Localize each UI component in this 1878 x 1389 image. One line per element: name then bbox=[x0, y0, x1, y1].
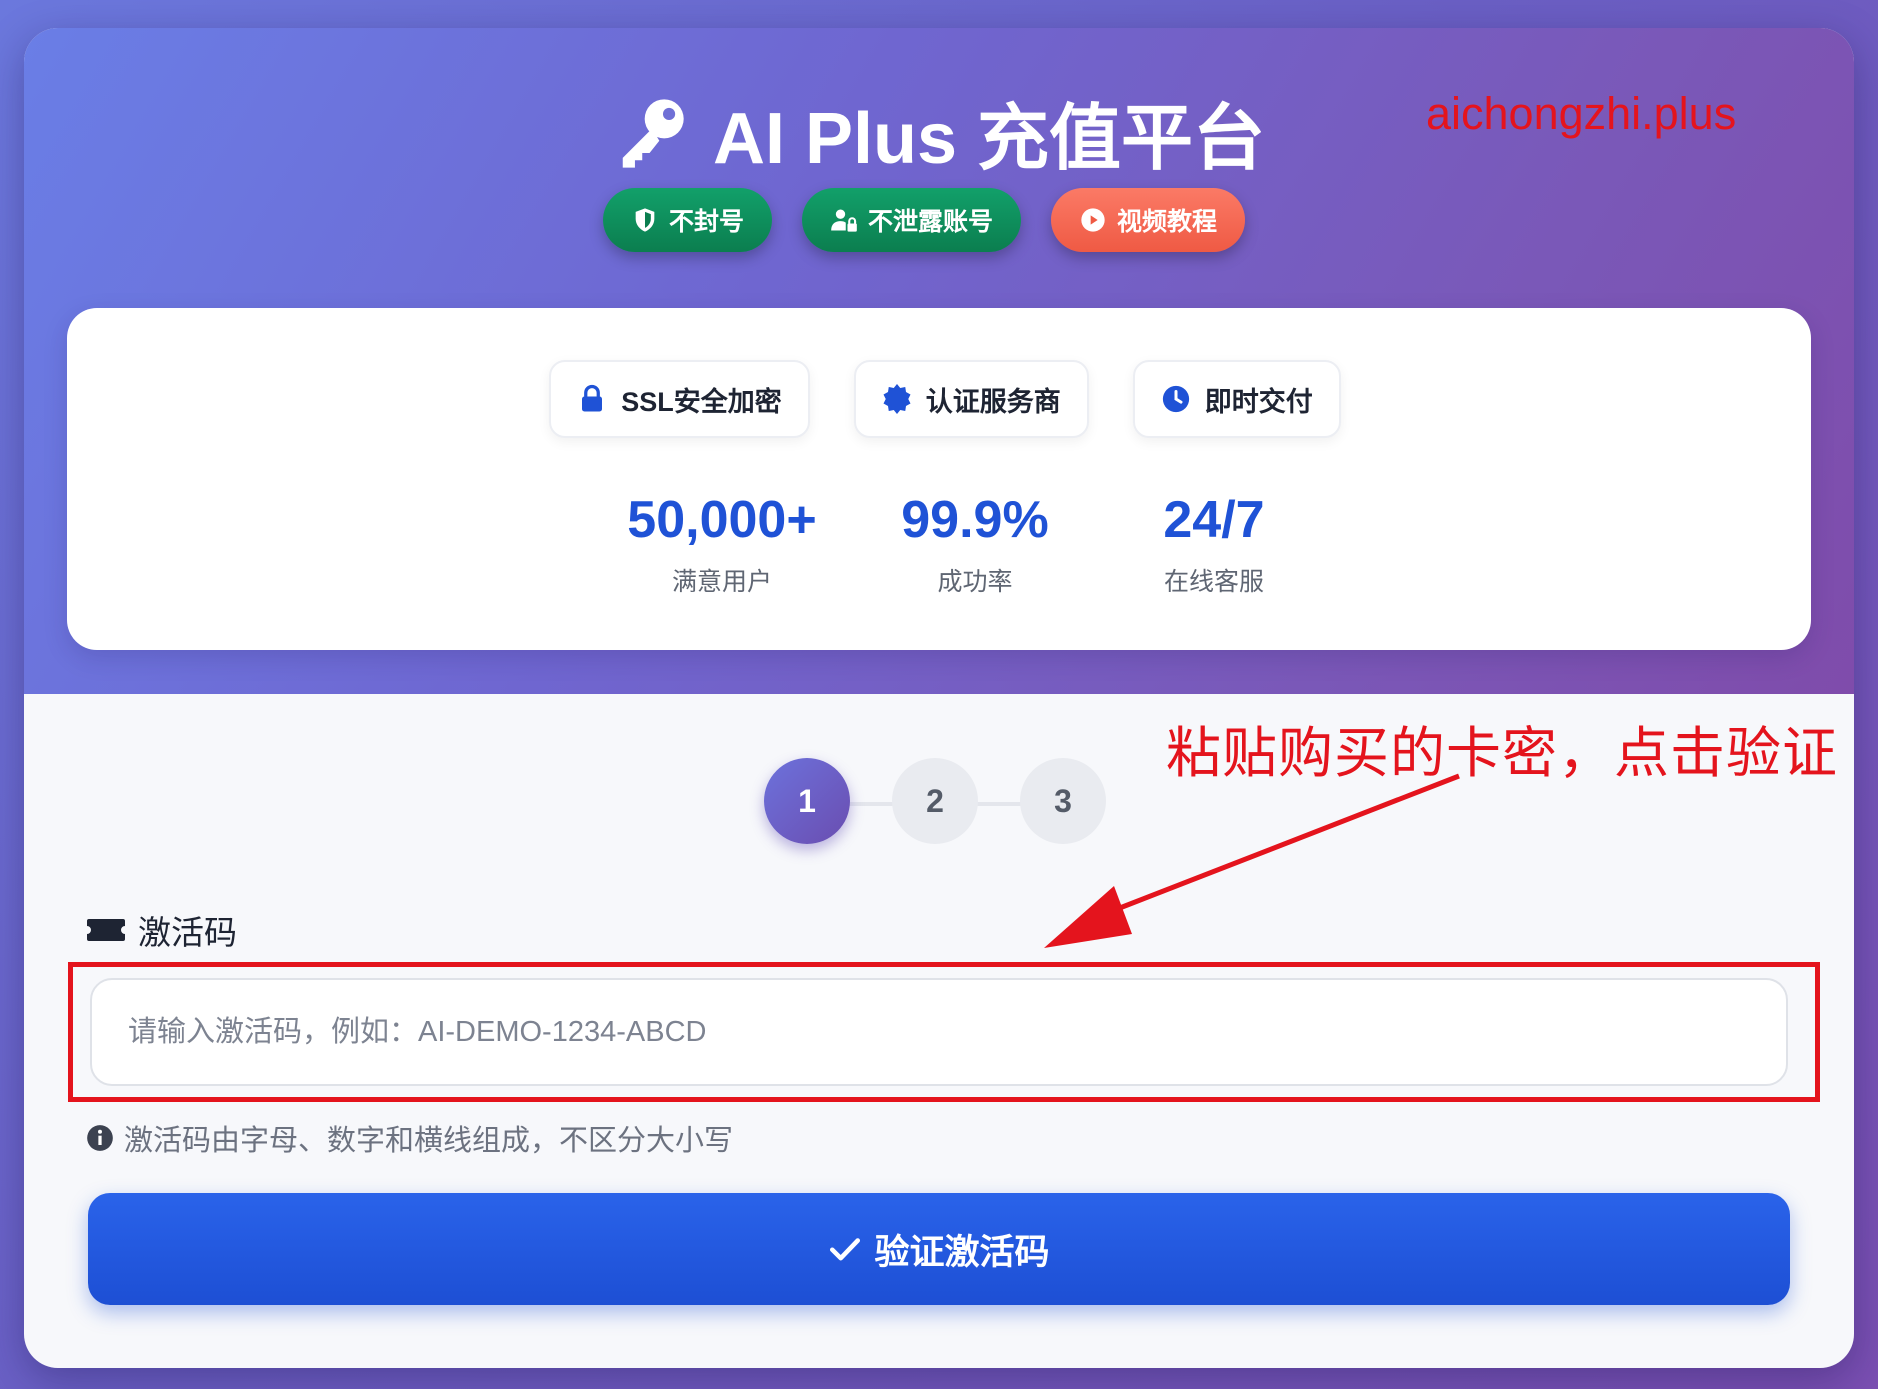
stat-success-rate: 99.9% 成功率 bbox=[845, 488, 1105, 598]
feature-ssl: SSL安全加密 bbox=[549, 360, 810, 438]
shield-icon bbox=[635, 208, 655, 232]
stat-label: 成功率 bbox=[937, 568, 1013, 596]
user-lock-icon bbox=[831, 209, 857, 232]
input-hint: 激活码由字母、数字和横线组成，不区分大小写 bbox=[86, 1118, 733, 1158]
badge-label: 不封号 bbox=[668, 208, 744, 236]
feature-instant-delivery: 即时交付 bbox=[1132, 360, 1341, 438]
stat-value: 50,000+ bbox=[627, 491, 817, 549]
stat-value: 99.9% bbox=[901, 491, 1049, 549]
feature-certified: 认证服务商 bbox=[853, 360, 1089, 438]
check-icon bbox=[830, 1238, 861, 1261]
key-icon bbox=[622, 99, 684, 168]
clock-icon bbox=[1162, 385, 1189, 413]
play-circle-icon bbox=[1081, 208, 1105, 232]
badge-label: 视频教程 bbox=[1117, 208, 1218, 236]
step-1: 1 bbox=[764, 758, 850, 844]
field-label-text: 激活码 bbox=[138, 914, 237, 951]
badge-label: 不泄露账号 bbox=[867, 208, 993, 236]
input-hint-text: 激活码由字母、数字和横线组成，不区分大小写 bbox=[124, 1125, 734, 1157]
badge-no-leak[interactable]: 不泄露账号 bbox=[801, 188, 1021, 252]
feature-row: SSL安全加密 认证服务商 即时交付 bbox=[73, 360, 1817, 438]
stat-label: 满意用户 bbox=[671, 568, 772, 596]
trust-panel: SSL安全加密 认证服务商 即时交付 50,000+ 满意用户 99.9% 成功… bbox=[67, 308, 1811, 650]
step-indicator: 1 2 3 bbox=[764, 758, 1144, 848]
feature-label: 认证服务商 bbox=[925, 386, 1061, 417]
stats-row: 50,000+ 满意用户 99.9% 成功率 24/7 在线客服 bbox=[67, 488, 1811, 608]
feature-label: 即时交付 bbox=[1204, 386, 1313, 417]
certificate-icon bbox=[883, 384, 911, 414]
stat-value: 24/7 bbox=[1163, 491, 1265, 549]
ticket-icon bbox=[87, 919, 125, 941]
stat-label: 在线客服 bbox=[1163, 568, 1264, 596]
main-card: AI Plus 充值平台 aichongzhi.plus 不封号 不泄露账号 视… bbox=[24, 28, 1854, 1368]
step-3: 3 bbox=[1020, 758, 1106, 844]
verify-button-label: 验证激活码 bbox=[874, 1232, 1050, 1272]
activation-code-field[interactable] bbox=[90, 978, 1788, 1086]
page-title-text: AI Plus 充值平台 bbox=[712, 98, 1266, 179]
activation-code-label: 激活码 bbox=[86, 908, 237, 952]
badge-no-ban[interactable]: 不封号 bbox=[602, 188, 772, 252]
info-icon bbox=[87, 1125, 113, 1151]
stat-users: 50,000+ 满意用户 bbox=[592, 488, 852, 598]
header: AI Plus 充值平台 aichongzhi.plus 不封号 不泄露账号 视… bbox=[24, 28, 1854, 694]
step-2: 2 bbox=[892, 758, 978, 844]
feature-label: SSL安全加密 bbox=[621, 386, 782, 417]
badge-row: 不封号 不泄露账号 视频教程 bbox=[24, 188, 1839, 256]
stat-support: 24/7 在线客服 bbox=[1084, 488, 1344, 598]
activation-code-input[interactable] bbox=[92, 980, 1786, 1084]
watermark-url: aichongzhi.plus bbox=[1426, 88, 1737, 139]
badge-video-tutorial[interactable]: 视频教程 bbox=[1051, 188, 1246, 252]
verify-button[interactable]: 验证激活码 bbox=[88, 1193, 1790, 1305]
lock-icon bbox=[582, 384, 603, 412]
